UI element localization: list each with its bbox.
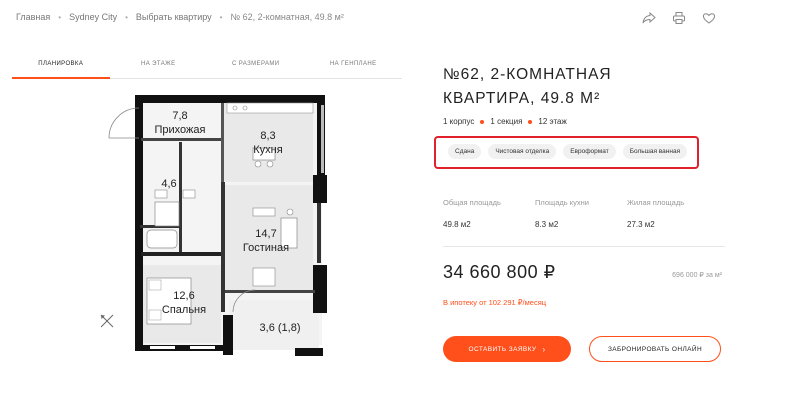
page-actions — [642, 11, 716, 25]
tag-status: Сдана — [448, 144, 482, 159]
tag-bathroom: Большая ванная — [622, 144, 688, 159]
room-label-balcony: 3,6 (1,8) — [245, 322, 315, 336]
meta-separator-dot — [480, 119, 485, 124]
room-name: Прихожая — [154, 123, 206, 136]
tab-on-floor[interactable]: НА ЭТАЖЕ — [110, 55, 208, 78]
divider — [443, 246, 725, 247]
apartment-title: №62, 2-КОМНАТНАЯ КВАРТИРА, 49.8 М² — [443, 63, 763, 111]
stat-value: 49.8 м2 — [443, 220, 471, 229]
mortgage-offer[interactable]: В ипотеку от 102 291 ₽/месяц — [443, 298, 546, 307]
tab-with-dimensions[interactable]: С РАЗМЕРАМИ — [207, 55, 305, 78]
section-number: 1 секция — [490, 117, 523, 126]
stat-kitchen-area: Площадь кухни 8.3 м2 — [535, 198, 627, 229]
tag-finish: Чистовая отделка — [488, 144, 557, 159]
apartment-meta: 1 корпус 1 секция 12 этаж — [443, 117, 567, 126]
print-icon[interactable] — [672, 11, 686, 25]
share-icon[interactable] — [642, 11, 656, 25]
room-label-bathroom: 4,6 — [151, 178, 187, 192]
area-stats: Общая площадь 49.8 м2 Площадь кухни 8.3 … — [443, 198, 719, 229]
breadcrumb-separator: • — [219, 12, 223, 22]
stat-label: Площадь кухни — [535, 198, 589, 207]
room-name: Кухня — [253, 143, 283, 156]
plan-view-tabs: ПЛАНИРОВКА НА ЭТАЖЕ С РАЗМЕРАМИ НА ГЕНПЛ… — [12, 55, 402, 79]
stat-value: 8.3 м2 — [535, 220, 559, 229]
heart-icon[interactable] — [702, 11, 716, 25]
apartment-title-line2: КВАРТИРА, 49.8 М² — [443, 90, 601, 107]
floor-plan-drawing — [108, 95, 327, 356]
room-area: 4,6 — [161, 178, 177, 190]
room-area: 7,8 — [172, 110, 188, 122]
building-number: 1 корпус — [443, 117, 475, 126]
room-label-living-room: 14,7 Гостиная — [231, 228, 301, 256]
breadcrumb-choose-apartment[interactable]: Выбрать квартиру — [136, 12, 212, 22]
submit-request-button[interactable]: ОСТАВИТЬ ЗАЯВКУ › — [443, 336, 571, 362]
breadcrumb-project[interactable]: Sydney City — [69, 12, 117, 22]
apartment-tags: Сдана Чистовая отделка Евроформат Больша… — [448, 144, 688, 159]
stat-living-area: Жилая площадь 27.3 м2 — [627, 198, 719, 229]
stat-value: 27.3 м2 — [627, 220, 655, 229]
room-area: 3,6 (1,8) — [259, 322, 301, 334]
stat-label: Общая площадь — [443, 198, 501, 207]
chevron-right-icon: › — [542, 344, 546, 354]
breadcrumb-separator: • — [125, 12, 128, 22]
meta-separator-dot — [528, 119, 533, 124]
submit-request-label: ОСТАВИТЬ ЗАЯВКУ — [468, 345, 537, 353]
room-area: 14,7 — [255, 228, 277, 240]
floor-number: 12 этаж — [538, 117, 567, 126]
tab-on-site-plan[interactable]: НА ГЕНПЛАНЕ — [305, 55, 403, 78]
price-per-m2: 696 000 ₽ за м² — [672, 272, 722, 279]
stat-total-area: Общая площадь 49.8 м2 — [443, 198, 535, 229]
price: 34 660 800 ₽ — [443, 262, 556, 282]
apartment-title-line1: №62, 2-КОМНАТНАЯ — [443, 66, 612, 83]
room-name: Спальня — [161, 303, 207, 316]
stat-label: Жилая площадь — [627, 198, 685, 207]
breadcrumb-current: № 62, 2-комнатная, 49.8 м² — [230, 12, 344, 22]
room-label-bedroom: 12,6 Спальня — [149, 290, 219, 318]
room-name: Гостиная — [242, 241, 290, 254]
compass-icon — [98, 312, 116, 335]
book-online-label: ЗАБРОНИРОВАТЬ ОНЛАЙН — [607, 345, 703, 353]
book-online-button[interactable]: ЗАБРОНИРОВАТЬ ОНЛАЙН — [589, 336, 721, 362]
tab-layout[interactable]: ПЛАНИРОВКА — [12, 55, 110, 79]
room-label-hallway: 7,8 Прихожая — [145, 110, 215, 138]
tag-format: Евроформат — [563, 144, 616, 159]
breadcrumb-separator: • — [58, 12, 62, 22]
floor-plan: 7,8 Прихожая 8,3 Кухня 4,6 14,7 Гостиная… — [95, 90, 340, 360]
breadcrumb-home[interactable]: Главная — [16, 12, 50, 22]
room-area: 12,6 — [173, 290, 195, 302]
room-area: 8,3 — [260, 130, 276, 142]
breadcrumb: Главная • Sydney City • Выбрать квартиру… — [16, 12, 344, 22]
room-label-kitchen: 8,3 Кухня — [233, 130, 303, 158]
